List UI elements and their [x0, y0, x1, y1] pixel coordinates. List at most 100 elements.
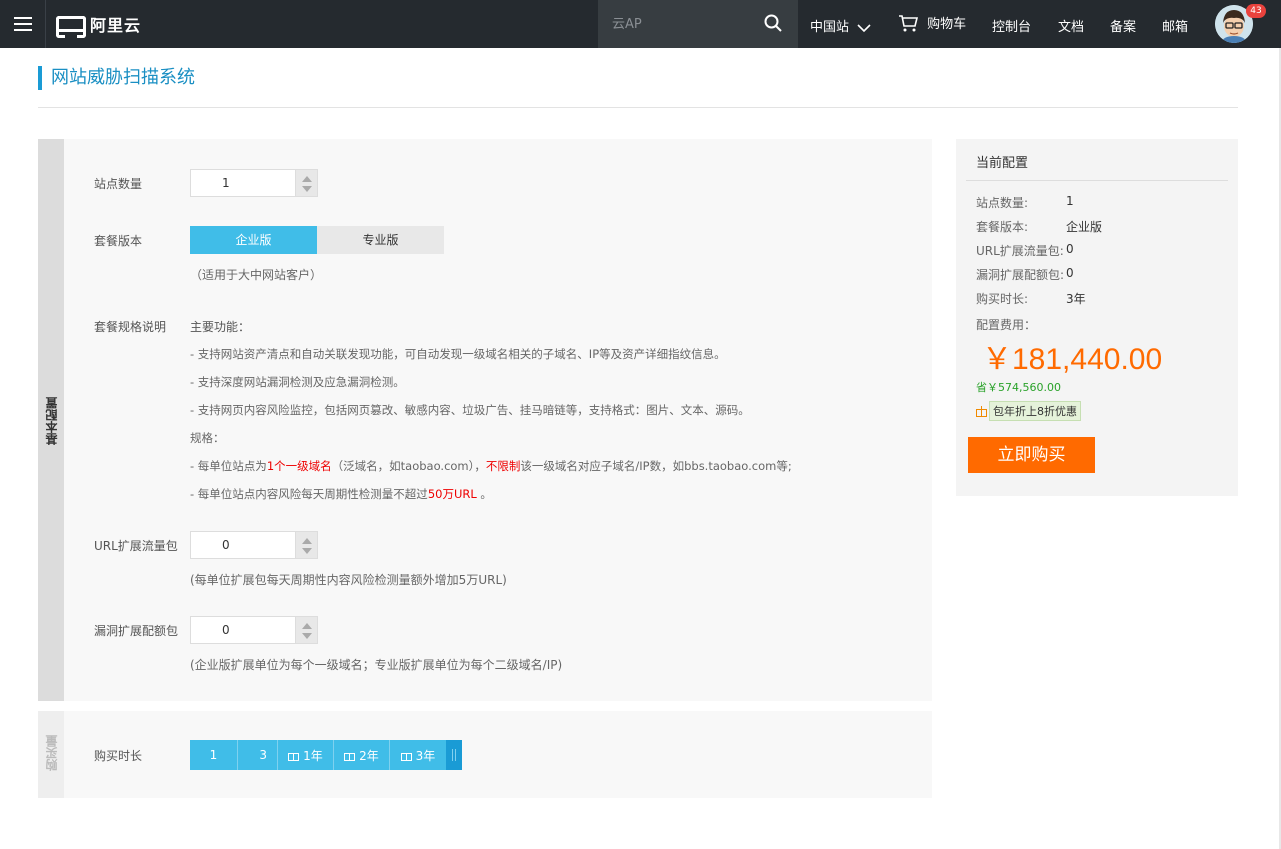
summary-row-value: 3年 [1066, 292, 1086, 306]
gift-icon [976, 405, 987, 417]
mail-link[interactable]: 邮箱 [1162, 16, 1188, 35]
feature-line: - 支持网站资产清点和自动关联发现功能，可自动发现一级域名相关的子域名、IP等及… [190, 347, 726, 361]
section-tab-label: 购买量 [45, 735, 59, 771]
spec-text: （泛域名，如taobao.com）， [331, 459, 486, 473]
decrement-icon[interactable] [302, 186, 312, 192]
notification-badge: 43 [1246, 4, 1266, 18]
site-count-label: 站点数量 [94, 177, 143, 191]
duration-option-label: 2年 [359, 748, 379, 763]
docs-link[interactable]: 文档 [1058, 16, 1084, 35]
spec-subheading: 规格： [190, 431, 225, 445]
duration-option-label: 1 [209, 748, 218, 762]
spec-text: 该一级域名对应子域名/IP数，如bbs.taobao.com等; [520, 459, 792, 473]
vuln-pack-hint: (企业版扩展单位为每个一级域名；专业版扩展单位为每个二级域名/IP) [190, 658, 563, 672]
decrement-icon[interactable] [302, 548, 312, 554]
vuln-pack-arrows [296, 616, 318, 644]
summary-row-value: 1 [1066, 194, 1074, 208]
increment-icon[interactable] [302, 538, 312, 544]
summary-divider [966, 180, 1228, 181]
summary-row-label: 漏洞扩展配额包: [976, 268, 1065, 282]
region-selector[interactable]: 中国站 [810, 16, 871, 35]
summary-row-label: 站点数量: [976, 196, 1029, 210]
edition-label: 套餐版本 [94, 234, 143, 248]
vuln-pack-label: 漏洞扩展配额包 [94, 624, 179, 638]
basic-config-panel: 基本配置 [38, 139, 932, 701]
spec-highlight: 不限制 [485, 459, 521, 473]
spec-heading: 主要功能： [190, 320, 251, 334]
console-link[interactable]: 控制台 [992, 16, 1031, 35]
promo-tag: 包年折上8折优惠 [976, 401, 1081, 421]
title-divider [38, 107, 1238, 108]
duration-option-3y[interactable]: 3年 [390, 740, 446, 770]
edition-enterprise-button[interactable]: 企业版 [190, 226, 317, 254]
menu-button[interactable] [0, 0, 46, 48]
decrement-icon[interactable] [302, 633, 312, 639]
section-tab-label: 基本配置 [45, 397, 59, 445]
slider-handle[interactable] [446, 740, 462, 770]
gift-icon [288, 750, 300, 761]
gift-icon [400, 750, 412, 761]
cart-icon [899, 14, 919, 31]
gift-icon [344, 750, 356, 761]
price-saving: 省￥574,560.00 [976, 381, 1061, 394]
search-input[interactable] [612, 14, 752, 34]
edition-hint: （适用于大中网站客户） [190, 268, 323, 282]
price-total: ￥181,440.00 [982, 343, 1163, 376]
duration-option-2y[interactable]: 2年 [334, 740, 390, 770]
spec-text: - 每单位站点为 [190, 459, 267, 473]
fee-label: 配置费用： [976, 318, 1037, 332]
site-count-input[interactable] [190, 169, 296, 197]
increment-icon[interactable] [302, 623, 312, 629]
url-pack-label: URL扩展流量包 [94, 539, 178, 553]
spec-highlight: 50万URL [427, 487, 477, 501]
aliyun-logo[interactable]: 阿里云 [56, 12, 142, 38]
spec-label: 套餐规格说明 [94, 320, 167, 334]
duration-option-1y[interactable]: 1年 [278, 740, 334, 770]
site-count-arrows [296, 169, 318, 197]
summary-row-label: 套餐版本: [976, 220, 1029, 234]
page-title: 网站威胁扫描系统 [38, 66, 195, 90]
url-pack-arrows [296, 531, 318, 559]
duration-option-1[interactable]: 1 [190, 740, 238, 770]
duration-option-3[interactable]: 3 [238, 740, 278, 770]
current-config-summary: 当前配置 站点数量: 1 套餐版本: 企业版 URL扩展流量包: 0 漏洞扩展配… [956, 139, 1238, 496]
url-pack-stepper [190, 531, 318, 559]
summary-row-value: 企业版 [1066, 220, 1103, 234]
buy-now-button[interactable]: 立即购买 [968, 437, 1095, 473]
search-icon[interactable] [764, 14, 782, 32]
chevron-down-icon [857, 23, 871, 32]
cart-label: 购物车 [927, 17, 967, 32]
vuln-pack-input[interactable] [190, 616, 296, 644]
spec-domain-line: - 每单位站点为1个一级域名（泛域名，如taobao.com），不限制该一级域名… [190, 458, 792, 474]
spec-text: - 每单位站点内容风险每天周期性检测量不超过 [190, 487, 428, 501]
cart-link[interactable]: 购物车 [898, 13, 966, 32]
edition-pro-button[interactable]: 专业版 [317, 226, 444, 254]
summary-row-value: 0 [1066, 266, 1074, 280]
duration-slider[interactable]: 1 3 1年 2年 3年 [190, 740, 462, 770]
purchase-panel: 购买量 [38, 711, 932, 798]
summary-row-label: URL扩展流量包: [976, 244, 1064, 258]
spec-text: 。 [476, 487, 492, 501]
url-pack-hint: (每单位扩展包每天周期性内容风险检测量额外增加5万URL) [190, 573, 507, 587]
duration-option-label: 1年 [303, 748, 323, 763]
section-tab-basic: 基本配置 [38, 139, 64, 701]
site-count-stepper [190, 169, 318, 197]
hamburger-icon [13, 13, 32, 35]
brand-name: 阿里云 [90, 16, 142, 35]
summary-title: 当前配置 [976, 156, 1029, 171]
increment-icon[interactable] [302, 176, 312, 182]
url-pack-input[interactable] [190, 531, 296, 559]
region-label: 中国站 [810, 20, 850, 35]
summary-row-label: 购买时长: [976, 292, 1029, 306]
summary-row-value: 0 [1066, 242, 1074, 256]
beian-link[interactable]: 备案 [1110, 16, 1136, 35]
feature-line: - 支持深度网站漏洞检测及应急漏洞检测。 [190, 375, 405, 389]
spec-url-line: - 每单位站点内容风险每天周期性检测量不超过50万URL 。 [190, 486, 492, 502]
feature-line: - 支持网页内容风险监控，包括网页篡改、敏感内容、垃圾广告、挂马暗链等，支持格式… [190, 403, 750, 417]
search-box [598, 0, 798, 48]
duration-option-label: 3 [259, 748, 267, 762]
section-tab-purchase: 购买量 [38, 711, 64, 798]
spec-highlight: 1个一级域名 [266, 459, 332, 473]
edition-selector: 企业版 专业版 [190, 226, 444, 254]
duration-label: 购买时长 [94, 749, 143, 763]
